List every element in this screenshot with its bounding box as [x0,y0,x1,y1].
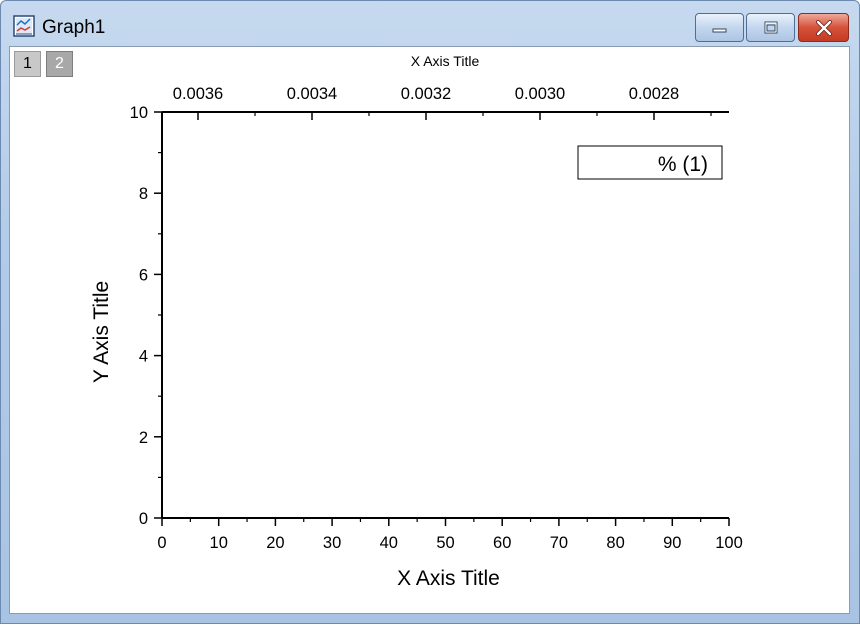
top-tick-label: 0.0034 [287,85,337,103]
y-tick-label: 6 [139,266,148,284]
top-tick-label: 0.0036 [173,85,223,103]
x-tick-label: 0 [157,534,166,552]
x-axis-title: X Axis Title [397,567,500,590]
x-tick-label: 70 [550,534,568,552]
graph-plot[interactable]: 0 10 20 30 40 50 60 70 80 90 100 0 2 4 6 8 10 0.0036 0.003… [1,1,860,625]
graph-window: Graph1 1 2 0 10 20 30 40 50 60 70 80 90 100 0 2 4 6 8 10… [0,0,860,624]
y-tick-label: 2 [139,429,148,447]
x-tick-label: 60 [493,534,511,552]
top-tick-label: 0.0028 [629,85,679,103]
x-tick-label: 90 [663,534,681,552]
x-tick-label: 20 [266,534,284,552]
x-tick-label: 40 [380,534,398,552]
top-tick-label: 0.0032 [401,85,451,103]
top-tick-label: 0.0030 [515,85,565,103]
y-tick-label: 8 [139,185,148,203]
x-tick-label: 10 [210,534,228,552]
x-tick-label: 80 [606,534,624,552]
y-axis-title: Y Axis Title [90,281,113,383]
x-tick-label: 30 [323,534,341,552]
x-tick-label: 50 [436,534,454,552]
y-tick-label: 0 [139,510,148,528]
top-axis-title: X Axis Title [411,53,480,69]
x-tick-label: 100 [715,534,743,552]
y-tick-label: 4 [139,348,148,366]
y-tick-label: 10 [130,104,148,122]
legend-entry: % (1) [658,153,708,176]
